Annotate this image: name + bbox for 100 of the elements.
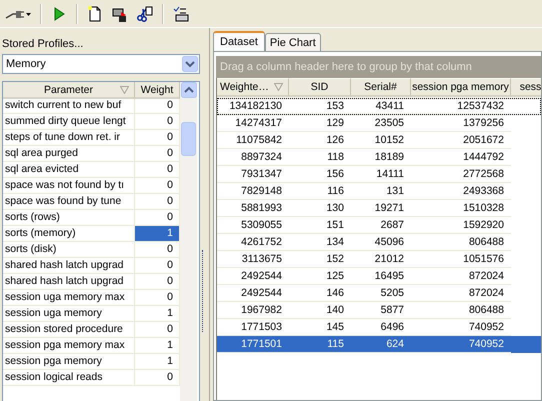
table-cell: 4261752	[217, 234, 289, 251]
sort-icon	[274, 83, 283, 91]
table-cell: 806488	[411, 234, 511, 251]
parameter-cell: session pga memory	[3, 354, 135, 370]
table-cell: 1592920	[411, 217, 511, 234]
table-cell: 2687	[351, 217, 411, 234]
table-cell: 8897324	[217, 149, 289, 166]
data-row[interactable]: 8897324 118 18189 1444792	[217, 149, 541, 166]
scissors-icon	[137, 6, 153, 22]
save-icon	[112, 6, 128, 22]
scroll-thumb[interactable]	[181, 122, 196, 156]
data-row[interactable]: 134182130 153 43411 12537432	[217, 98, 541, 115]
table-cell: 156	[289, 166, 351, 183]
table-cell: 23505	[351, 115, 411, 132]
group-hint: Drag a column header here to group by that column	[220, 61, 472, 73]
column-header[interactable]: Weight	[135, 82, 180, 99]
table-cell: 153	[289, 98, 351, 115]
table-cell: 1967982	[217, 302, 289, 319]
checklist-icon	[173, 6, 189, 22]
parameter-cell: sql area purged	[3, 146, 135, 162]
document-icon	[87, 6, 103, 22]
parameter-cell: sorts (disk)	[3, 242, 135, 258]
parameter-cell: sorts (rows)	[3, 210, 135, 226]
table-cell: 115	[289, 336, 351, 353]
table-cell: 43411	[351, 98, 411, 115]
table-cell: 624	[351, 336, 411, 353]
table-cell: 5309055	[217, 217, 289, 234]
table-cell: 19271	[351, 200, 411, 217]
column-header[interactable]: Parameter	[3, 82, 135, 99]
table-cell: 872024	[411, 285, 511, 302]
column-header[interactable]: Weighte…	[217, 78, 289, 97]
table-cell: 1379256	[411, 115, 511, 132]
data-row[interactable]: 7829148 116 131 2493368	[217, 183, 541, 200]
table-cell: 2493368	[411, 183, 511, 200]
parameter-cell: session logical reads	[3, 370, 135, 386]
data-row[interactable]: 14274317 129 23505 1379256	[217, 115, 541, 132]
table-cell: 14111	[351, 166, 411, 183]
data-row[interactable]: 4261752 134 45096 806488	[217, 234, 541, 251]
data-row[interactable]: 11075842 126 10152 2051672	[217, 132, 541, 149]
table-cell: 129	[289, 115, 351, 132]
parameter-cell: session stored procedure	[3, 322, 135, 338]
parameter-cell: summed dirty queue lengt	[3, 114, 135, 130]
parameter-cell: session uga memory	[3, 306, 135, 322]
table-cell: 45096	[351, 234, 411, 251]
parameter-cell: space was not found by tı	[3, 178, 135, 194]
data-row[interactable]: 2492544 125 16495 872024	[217, 268, 541, 285]
table-cell: 16495	[351, 268, 411, 285]
table-cell: 134182130	[217, 98, 289, 115]
data-row[interactable]: 5881993 130 19271 1510328	[217, 200, 541, 217]
table-cell: 1051576	[411, 251, 511, 268]
parameter-cell: space was found by tune	[3, 194, 135, 210]
data-row[interactable]: 1771501 115 624 740952	[217, 336, 541, 353]
table-cell: 1771501	[217, 336, 289, 353]
table-cell: 118	[289, 149, 351, 166]
sort-icon	[120, 86, 129, 94]
data-row[interactable]: 1967982 140 5877 806488	[217, 302, 541, 319]
table-cell: 7829148	[217, 183, 289, 200]
parameter-cell: session uga memory max	[3, 290, 135, 306]
table-cell: 125	[289, 268, 351, 285]
column-header[interactable]: SID	[289, 78, 351, 97]
table-cell: 872024	[411, 268, 511, 285]
stored-profiles-label: Stored Profiles...	[2, 37, 84, 52]
scroll-up-icon[interactable]	[180, 82, 196, 98]
column-header[interactable]: session pga memory	[411, 78, 511, 97]
data-row[interactable]: 3113675 152 21012 1051576	[217, 251, 541, 268]
table-cell: 2492544	[217, 285, 289, 302]
table-cell: 7931347	[217, 166, 289, 183]
column-header[interactable]: sess	[511, 78, 541, 97]
table-cell: 140	[289, 302, 351, 319]
chevron-down-icon	[182, 56, 198, 72]
table-cell: 806488	[411, 302, 511, 319]
table-cell: 134	[289, 234, 351, 251]
data-row[interactable]: 7931347 156 14111 2772568	[217, 166, 541, 183]
parameter-cell: shared hash latch upgrad	[3, 274, 135, 290]
table-cell: 21012	[351, 251, 411, 268]
parameter-cell: sql area evicted	[3, 162, 135, 178]
table-cell: 10152	[351, 132, 411, 149]
table-cell: 5205	[351, 285, 411, 302]
table-cell: 152	[289, 251, 351, 268]
table-cell: 3113675	[217, 251, 289, 268]
table-cell: 740952	[411, 336, 511, 353]
table-cell: 1444792	[411, 149, 511, 166]
table-cell: 5877	[351, 302, 411, 319]
parameter-cell: session pga memory max	[3, 338, 135, 354]
data-row[interactable]: 5309055 151 2687 1592920	[217, 217, 541, 234]
column-header[interactable]: Serial#	[351, 78, 411, 97]
scrollbar[interactable]	[180, 82, 197, 401]
tab[interactable]: Pie Chart	[264, 33, 321, 51]
table-cell: 130	[289, 200, 351, 217]
table-cell: 18189	[351, 149, 411, 166]
table-cell: 2772568	[411, 166, 511, 183]
table-cell: 5881993	[217, 200, 289, 217]
profile-dropdown[interactable]: Memory	[2, 54, 200, 74]
table-cell: 146	[289, 285, 351, 302]
weight-cell[interactable]: 1	[135, 226, 180, 242]
data-row[interactable]: 2492544 146 5205 872024	[217, 285, 541, 302]
table-cell: 2051672	[411, 132, 511, 149]
table-cell: 1510328	[411, 200, 511, 217]
table-cell: 14274317	[217, 115, 289, 132]
tab[interactable]: Dataset	[213, 31, 265, 51]
